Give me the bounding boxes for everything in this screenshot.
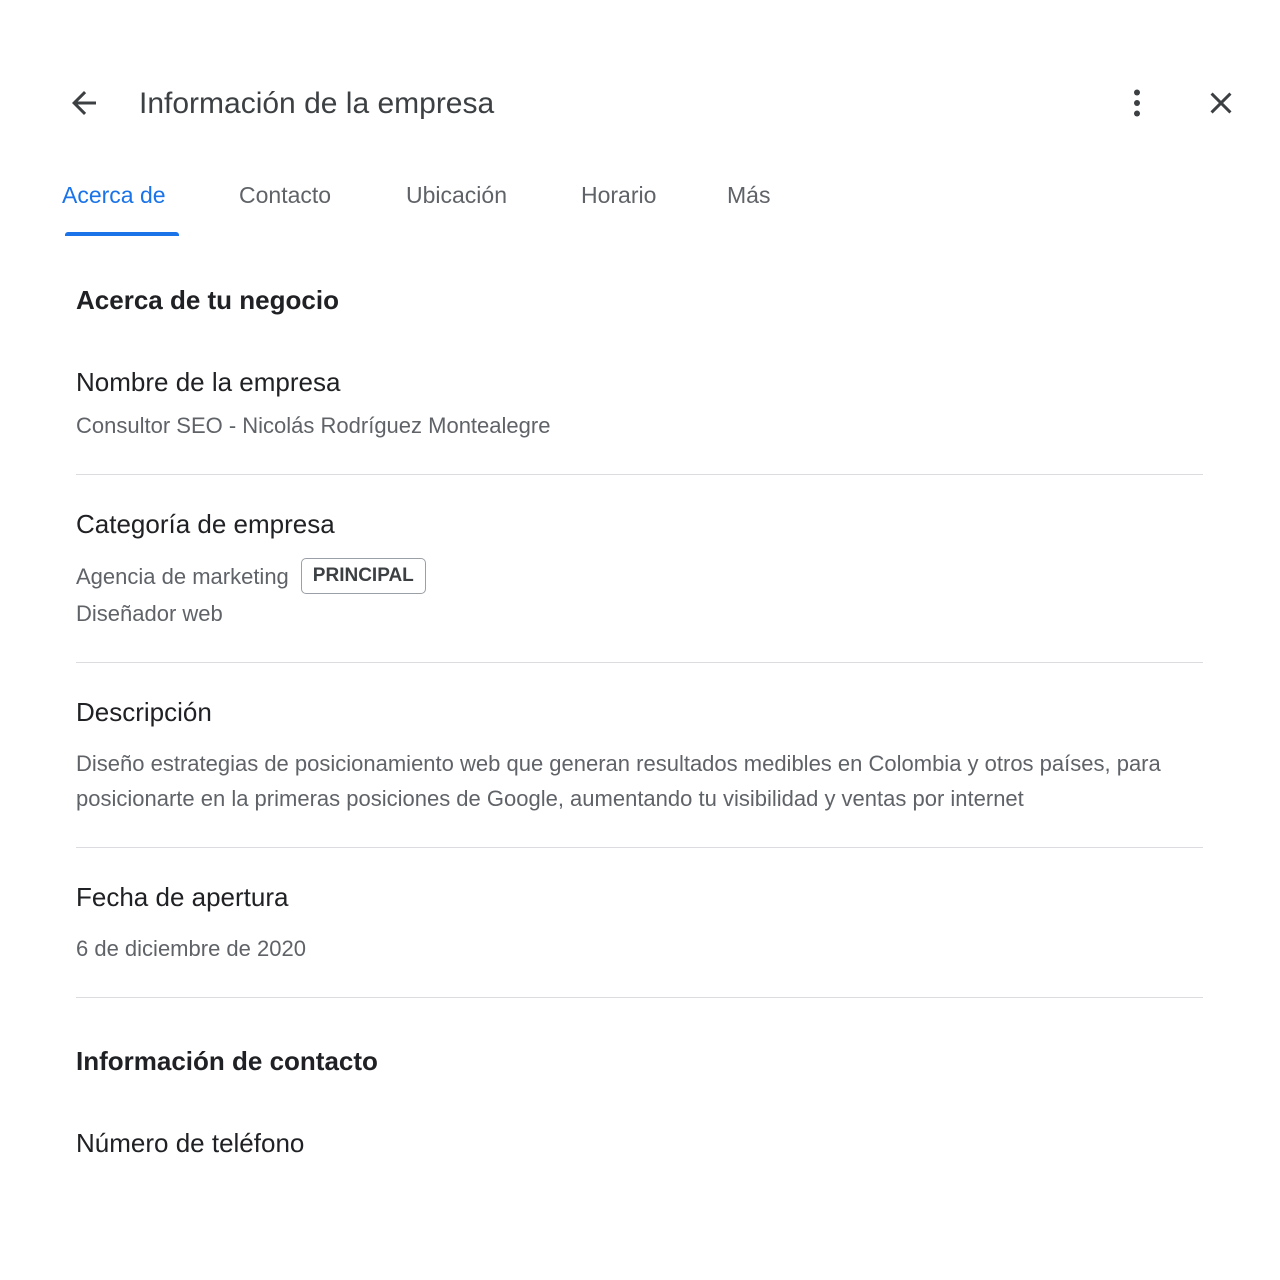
tab-horario[interactable]: Horario <box>581 180 656 210</box>
close-icon <box>1210 92 1232 114</box>
business-name-label[interactable]: Nombre de la empresa <box>76 364 1203 400</box>
business-name-field[interactable]: Nombre de la empresa Consultor SEO - Nic… <box>76 364 1203 475</box>
tab-contacto[interactable]: Contacto <box>239 180 331 210</box>
opening-date-field[interactable]: Fecha de apertura 6 de diciembre de 2020 <box>76 848 1203 999</box>
business-name-value: Consultor SEO - Nicolás Rodríguez Montea… <box>76 413 551 438</box>
active-tab-indicator <box>65 232 179 236</box>
opening-date-value: 6 de diciembre de 2020 <box>76 936 306 962</box>
description-value: Diseño estrategias de posicionamiento we… <box>76 751 1161 812</box>
more-vert-icon <box>1134 89 1140 117</box>
tab-bar: Acerca de Contacto Ubicación Horario Más <box>0 170 1280 240</box>
tab-ubicacion[interactable]: Ubicación <box>406 180 507 210</box>
description-field[interactable]: Descripción Diseño estrategias de posici… <box>76 663 1203 849</box>
about-section-title: Acerca de tu negocio <box>76 285 339 315</box>
phone-field[interactable]: Número de teléfono <box>76 1125 1203 1161</box>
contact-section-title: Información de contacto <box>76 1046 378 1077</box>
additional-category-value: Diseñador web <box>76 601 223 627</box>
arrow-back-icon <box>72 91 96 115</box>
business-category-field[interactable]: Categoría de empresa Agencia de marketin… <box>76 475 1203 664</box>
more-options-button[interactable] <box>1113 79 1161 127</box>
primary-category-row: Agencia de marketing PRINCIPAL <box>76 558 1203 596</box>
panel-header: Información de la empresa <box>0 62 1280 146</box>
business-info-panel: Información de la empresa Acerca de Cont… <box>0 0 1280 1280</box>
business-category-label[interactable]: Categoría de empresa <box>76 506 1203 542</box>
panel-title: Información de la empresa <box>139 87 495 120</box>
description-label[interactable]: Descripción <box>76 694 1203 730</box>
tab-mas[interactable]: Más <box>727 180 770 210</box>
back-button[interactable] <box>60 79 108 127</box>
primary-badge: PRINCIPAL <box>300 558 426 595</box>
panel-content: Acerca de tu negocio Nombre de la empres… <box>76 280 1203 1161</box>
phone-label[interactable]: Número de teléfono <box>76 1125 1203 1161</box>
tab-acerca-de[interactable]: Acerca de <box>62 180 166 210</box>
close-button[interactable] <box>1197 79 1245 127</box>
primary-category-value: Agencia de marketing <box>76 564 289 589</box>
opening-date-label[interactable]: Fecha de apertura <box>76 879 1203 915</box>
